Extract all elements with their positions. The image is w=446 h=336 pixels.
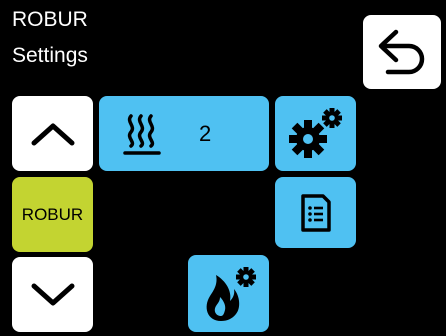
heating-level-value: 2: [199, 120, 212, 146]
back-button[interactable]: [363, 15, 441, 89]
gears-icon: [288, 107, 342, 158]
heating-level-tile[interactable]: 2: [99, 96, 269, 171]
report-tile[interactable]: [275, 177, 356, 248]
page-subtitle: Settings: [12, 44, 88, 67]
flame-settings-tile[interactable]: [188, 255, 269, 332]
back-arrow-icon: [378, 29, 425, 75]
heating-waves-icon: [123, 113, 161, 155]
page-title: ROBUR: [12, 8, 88, 31]
settings-tile[interactable]: [275, 96, 356, 171]
robur-button-label: ROBUR: [21, 204, 84, 224]
chevron-down-icon: [31, 283, 74, 305]
document-list-icon: [300, 193, 331, 232]
robur-button[interactable]: ROBUR: [12, 177, 93, 252]
scroll-down-button[interactable]: [12, 257, 93, 332]
chevron-up-icon: [31, 123, 74, 145]
flame-settings-icon: [206, 266, 256, 321]
scroll-up-button[interactable]: [12, 96, 93, 171]
